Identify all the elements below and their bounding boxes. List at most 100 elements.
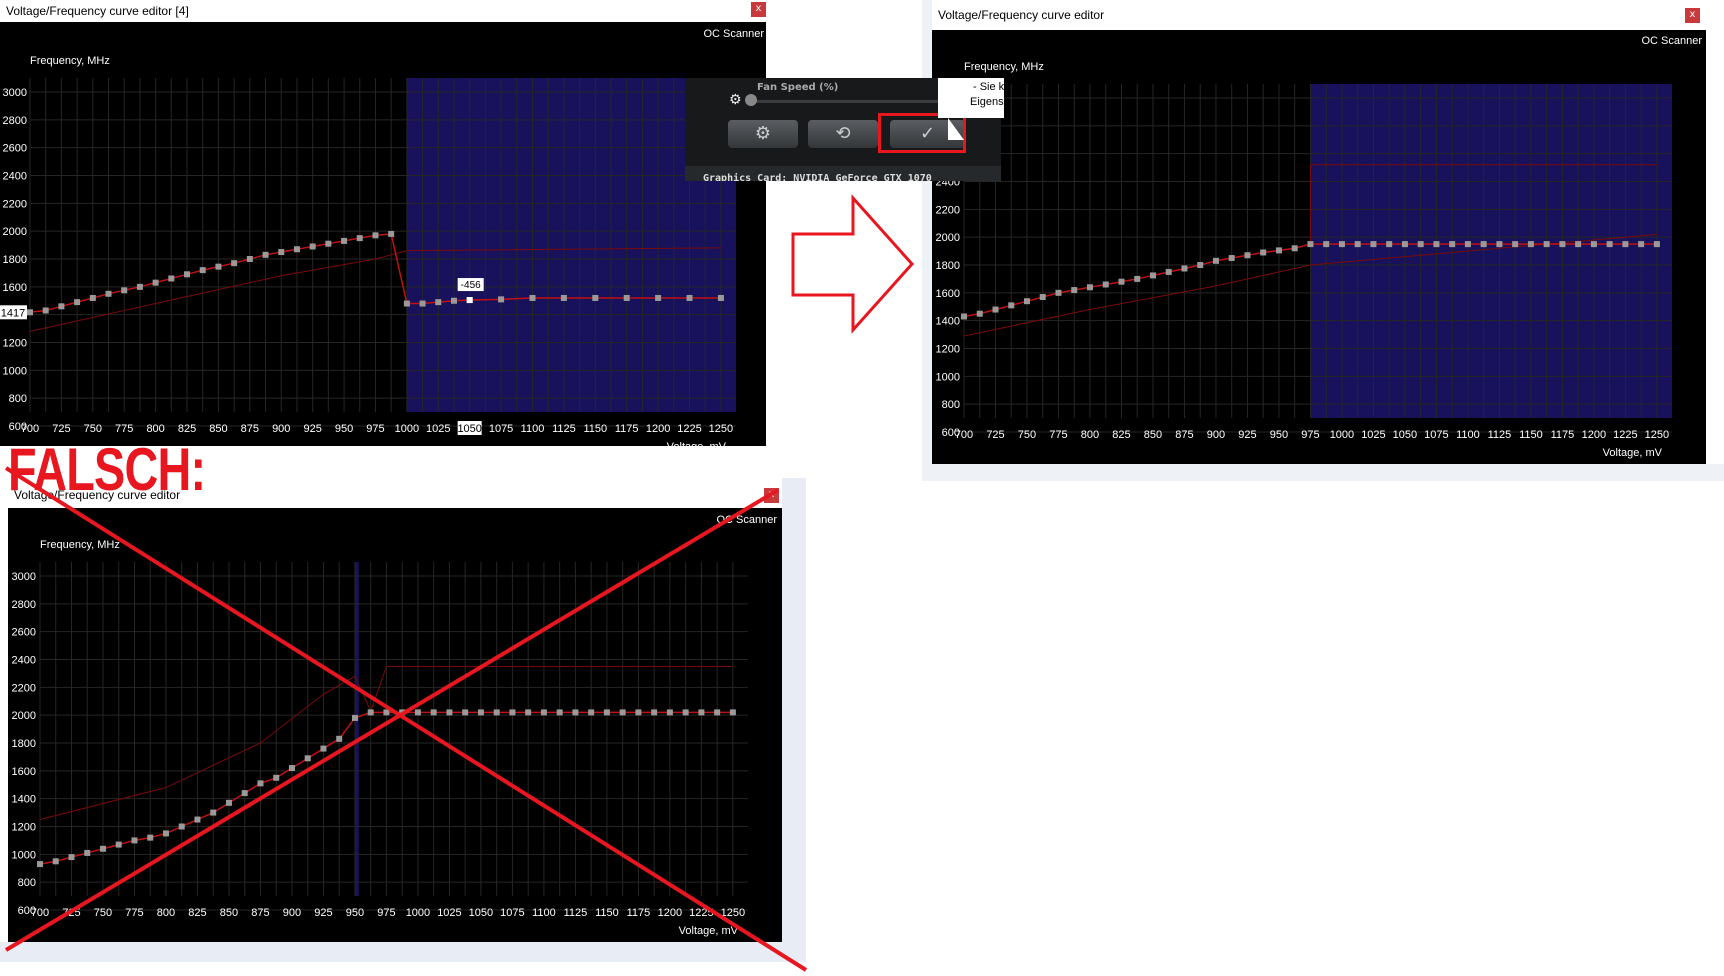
curve-point[interactable] <box>52 858 59 865</box>
curve-point[interactable] <box>89 294 96 301</box>
curve-point[interactable] <box>1149 272 1156 279</box>
curve-point[interactable] <box>152 279 159 286</box>
curve-point[interactable] <box>1559 241 1566 248</box>
curve-point[interactable] <box>1638 241 1645 248</box>
curve-point[interactable] <box>194 816 201 823</box>
curve-point[interactable] <box>655 294 662 301</box>
curve-point[interactable] <box>147 834 154 841</box>
curve-point[interactable] <box>1417 241 1424 248</box>
curve-point[interactable] <box>1480 241 1487 248</box>
curve-point[interactable] <box>419 300 426 307</box>
curve-point[interactable] <box>1023 298 1030 305</box>
curve-point[interactable] <box>262 251 269 258</box>
curve-point[interactable] <box>1055 289 1062 296</box>
curve-point[interactable] <box>273 774 280 781</box>
curve-point[interactable] <box>1086 284 1093 291</box>
curve-point[interactable] <box>1102 281 1109 288</box>
curve-point[interactable] <box>498 296 505 303</box>
curve-point[interactable] <box>336 735 343 742</box>
curve-point[interactable] <box>1512 241 1519 248</box>
vf-curve-chart[interactable]: 3000 2800 2600 2400 2200 2000 1800 1600 1400 1200… <box>8 480 782 942</box>
curve-point[interactable] <box>1606 241 1613 248</box>
curve-point[interactable] <box>136 283 143 290</box>
curve-point[interactable] <box>231 260 238 267</box>
curve-point[interactable] <box>246 256 253 262</box>
curve-point[interactable] <box>1622 241 1629 248</box>
curve-point[interactable] <box>1575 241 1582 248</box>
curve-point[interactable] <box>199 267 206 274</box>
curve-point[interactable] <box>1181 265 1188 272</box>
curve-point[interactable] <box>121 287 128 294</box>
curve-point[interactable] <box>367 709 374 716</box>
curve-point[interactable] <box>635 709 642 716</box>
selected-curve-point[interactable] <box>466 297 473 304</box>
curve-point[interactable] <box>1008 302 1015 309</box>
curve-point[interactable] <box>1134 275 1141 282</box>
curve-point[interactable] <box>435 299 442 306</box>
curve-point[interactable] <box>1291 245 1298 252</box>
curve-point[interactable] <box>1433 241 1440 248</box>
curve-point[interactable] <box>446 709 453 716</box>
curve-point[interactable] <box>131 837 138 844</box>
curve-point[interactable] <box>1118 278 1125 285</box>
curve-point[interactable] <box>105 290 112 297</box>
curve-point[interactable] <box>682 709 689 716</box>
curve-point[interactable] <box>686 294 693 301</box>
curve-point[interactable] <box>1039 294 1046 301</box>
curve-point[interactable] <box>1386 241 1393 248</box>
curve-point[interactable] <box>210 809 217 816</box>
curve-point[interactable] <box>1449 241 1456 248</box>
curve-point[interactable] <box>1228 255 1235 262</box>
curve-point[interactable] <box>477 709 484 716</box>
curve-point[interactable] <box>540 709 547 716</box>
curve-point[interactable] <box>1401 241 1408 248</box>
curve-point[interactable] <box>257 780 264 787</box>
curve-point[interactable] <box>1464 241 1471 248</box>
curve-point[interactable] <box>27 309 33 316</box>
curve-point[interactable] <box>714 709 721 716</box>
curve-point[interactable] <box>1370 241 1377 248</box>
curve-point[interactable] <box>556 709 563 716</box>
curve-point[interactable] <box>462 709 469 716</box>
curve-point[interactable] <box>115 841 122 848</box>
curve-point[interactable] <box>430 709 437 716</box>
curve-point[interactable] <box>388 230 395 237</box>
curve-point[interactable] <box>288 765 295 772</box>
reset-button[interactable]: ⟲ <box>808 120 878 148</box>
curve-point[interactable] <box>58 303 65 310</box>
curve-point[interactable] <box>1354 241 1361 248</box>
curve-point[interactable] <box>372 232 379 239</box>
curve-point[interactable] <box>42 307 49 314</box>
curve-point[interactable] <box>1527 241 1534 248</box>
curve-point[interactable] <box>619 709 626 716</box>
curve-point[interactable] <box>450 297 457 304</box>
curve-point[interactable] <box>309 243 316 250</box>
curve-point[interactable] <box>560 294 567 301</box>
curve-point[interactable] <box>961 313 967 320</box>
curve-point[interactable] <box>278 249 285 256</box>
curve-point[interactable] <box>74 299 81 306</box>
curve-point[interactable] <box>1590 241 1597 248</box>
curve-point[interactable] <box>623 294 630 301</box>
curve-point[interactable] <box>1338 241 1345 248</box>
curve-point[interactable] <box>1165 268 1172 275</box>
curve-point[interactable] <box>383 709 390 716</box>
curve-point[interactable] <box>1323 241 1330 248</box>
curve-point[interactable] <box>399 709 406 716</box>
curve-point[interactable] <box>403 300 410 307</box>
curve-point[interactable] <box>1543 241 1550 248</box>
curve-point[interactable] <box>414 709 421 716</box>
curve-point[interactable] <box>729 709 736 716</box>
settings-button[interactable]: ⚙ <box>728 120 798 148</box>
curve-point[interactable] <box>178 823 185 830</box>
curve-point[interactable] <box>68 854 75 861</box>
curve-point[interactable] <box>99 845 106 852</box>
curve-point[interactable] <box>509 709 516 716</box>
fan-settings-gear-icon[interactable]: ⚙ <box>729 92 742 108</box>
curve-point[interactable] <box>1496 241 1503 248</box>
curve-point[interactable] <box>698 709 705 716</box>
curve-point[interactable] <box>225 799 232 806</box>
curve-point[interactable] <box>525 709 532 716</box>
curve-point[interactable] <box>666 709 673 716</box>
curve-point[interactable] <box>341 237 348 244</box>
